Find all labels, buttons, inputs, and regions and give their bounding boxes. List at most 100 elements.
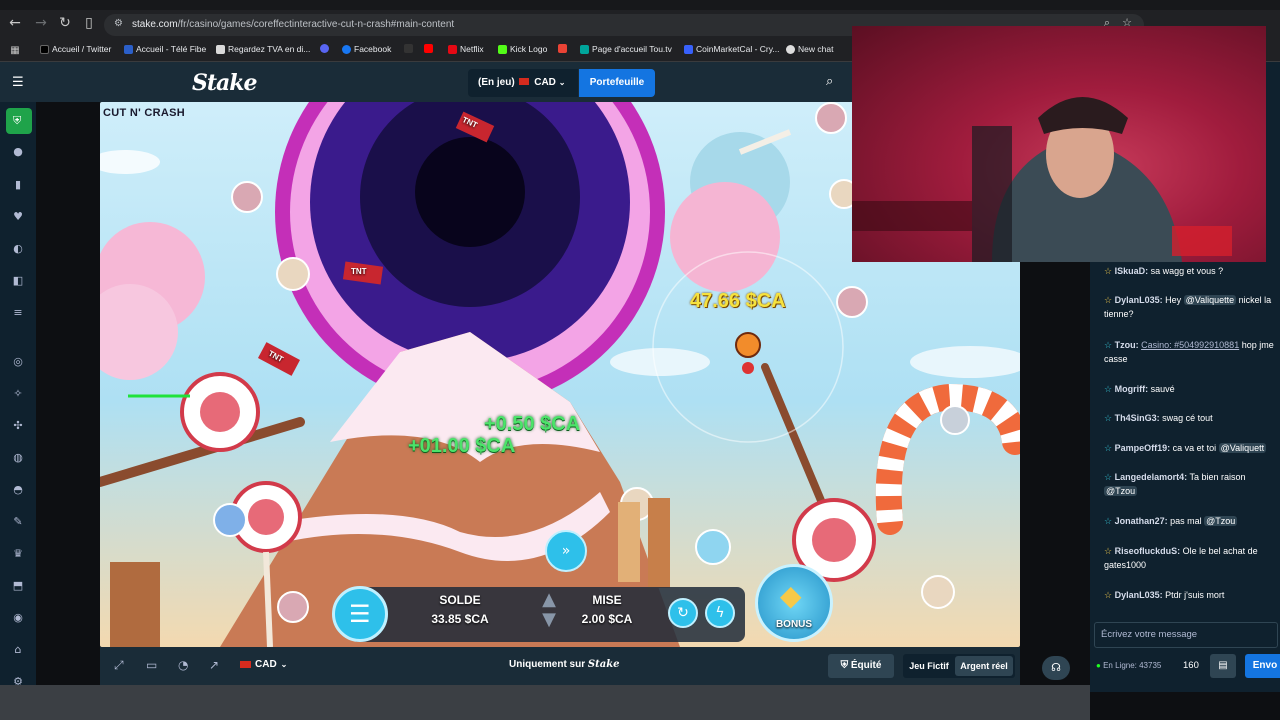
slots-icon[interactable]: ✧ bbox=[11, 387, 25, 401]
fairness-label: Équité bbox=[850, 660, 882, 671]
chat-username[interactable]: ISkuaD: bbox=[1115, 266, 1149, 276]
portal-core bbox=[415, 137, 525, 247]
recent-icon[interactable]: ◐ bbox=[11, 242, 25, 256]
url-text[interactable]: stake.com/fr/casino/games/coreffectinter… bbox=[132, 19, 454, 30]
popout-icon[interactable]: ↗ bbox=[209, 658, 219, 672]
reload-icon[interactable]: ↻ bbox=[56, 14, 74, 32]
casino-ball-icon[interactable]: ● bbox=[11, 145, 25, 159]
chat-text: swag cé tout bbox=[1159, 413, 1213, 423]
arrow-down-icon[interactable]: ▼ bbox=[537, 610, 561, 630]
rank-star-icon: ☆ bbox=[1104, 340, 1113, 350]
bookmark-kick[interactable]: Kick Logo bbox=[498, 44, 547, 54]
send-button[interactable]: Envo bbox=[1245, 654, 1280, 678]
bookmark-netflix[interactable]: Netflix bbox=[448, 44, 484, 54]
chat-username[interactable]: DylanL035: bbox=[1115, 590, 1163, 600]
bookmark-chatgpt[interactable]: New chat bbox=[786, 44, 833, 54]
heart-icon[interactable]: ♥ bbox=[11, 210, 25, 224]
player-character bbox=[735, 332, 761, 358]
menu-icon[interactable]: ☰ bbox=[12, 75, 24, 90]
bookmark-stake[interactable] bbox=[404, 44, 413, 53]
table-games-icon[interactable]: ✣ bbox=[11, 419, 25, 433]
online-count: ● En Ligne: 43735 bbox=[1096, 661, 1161, 670]
chat-username[interactable]: Langedelamort4: bbox=[1115, 472, 1188, 482]
chat-username[interactable]: DylanL035: bbox=[1115, 295, 1163, 305]
openai-icon bbox=[786, 44, 795, 54]
arrow-up-icon[interactable]: ▲ bbox=[537, 590, 561, 610]
bookmark-toutv[interactable]: Page d'accueil Tou.tv bbox=[580, 44, 672, 54]
chat-mention[interactable]: @Tzou bbox=[1104, 486, 1138, 496]
wallet-button[interactable]: Portefeuille bbox=[579, 69, 655, 97]
autoplay-button[interactable]: ↻ bbox=[668, 598, 698, 628]
chat-username[interactable]: Tzou: bbox=[1115, 340, 1139, 350]
chat-bet-link[interactable]: Casino: #504992910881 bbox=[1141, 340, 1239, 350]
chat-username[interactable]: Th4SinG3: bbox=[1115, 413, 1160, 423]
exclusive-icon[interactable]: ✎ bbox=[11, 515, 25, 529]
bookmark-discord[interactable] bbox=[320, 44, 329, 53]
bookmark-tele-fibe[interactable]: Accueil - Télé Fibe bbox=[124, 44, 206, 54]
bookmark-facebook[interactable]: Facebook bbox=[342, 44, 391, 54]
new-releases-icon[interactable]: ⬒ bbox=[11, 579, 25, 593]
balance-label: (En jeu) bbox=[478, 77, 515, 88]
currency-selector[interactable]: CAD ⌄ bbox=[240, 659, 287, 670]
fun-mode-tab[interactable]: Jeu Fictif bbox=[905, 656, 953, 676]
chat-input[interactable]: Écrivez votre message bbox=[1094, 622, 1278, 648]
lollipop-swirl bbox=[200, 392, 240, 432]
live-casino-icon[interactable]: ◍ bbox=[11, 451, 25, 465]
chat-mention[interactable]: @Valiquette bbox=[1183, 295, 1237, 305]
fairness-button[interactable]: ⛨ Équité bbox=[828, 654, 894, 678]
bookmark-icon[interactable]: ▮ bbox=[11, 178, 25, 192]
exclusive-brand: Stake bbox=[587, 659, 620, 670]
bet-stepper[interactable]: ▲ ▼ bbox=[537, 590, 561, 634]
balance-selector[interactable]: (En jeu) CAD ⌄ bbox=[468, 69, 578, 97]
bookmark-label: Netflix bbox=[460, 44, 484, 54]
chat-mention[interactable]: @Valiquett bbox=[1218, 443, 1267, 453]
chat-rules-button[interactable]: ▤ bbox=[1210, 654, 1236, 678]
stake-logo[interactable]: Stake bbox=[192, 70, 258, 96]
theatre-mode-icon[interactable]: ▭ bbox=[146, 658, 157, 672]
bookmark-gmail[interactable] bbox=[558, 44, 567, 53]
chat-username[interactable]: PampeOff19: bbox=[1115, 443, 1171, 453]
tnt-label: TNT bbox=[351, 267, 367, 276]
sidebar-toggle-icon[interactable]: ▯ bbox=[80, 14, 98, 32]
streamer-silhouette bbox=[852, 97, 1232, 262]
bonus-button[interactable]: ◆ BONUS bbox=[755, 564, 833, 642]
lollipop-swirl bbox=[248, 499, 284, 535]
search-icon[interactable]: ⌕ bbox=[826, 74, 844, 92]
shelf bbox=[852, 201, 972, 231]
chat-username[interactable]: Jonathan27: bbox=[1115, 516, 1168, 526]
challenges-icon[interactable]: ◧ bbox=[11, 274, 25, 288]
crown-icon[interactable]: ♛ bbox=[11, 547, 25, 561]
publishers-icon[interactable]: ◉ bbox=[11, 611, 25, 625]
bookmark-twitter[interactable]: Accueil / Twitter bbox=[40, 44, 111, 54]
chat-message: ☆ DylanL035: Hey @Valiquette nickel la t… bbox=[1104, 293, 1280, 321]
turbo-button[interactable]: ϟ bbox=[705, 598, 735, 628]
originals-icon[interactable]: ◎ bbox=[11, 355, 25, 369]
bookmark-coinmarketcal[interactable]: CoinMarketCal - Cry... bbox=[684, 44, 779, 54]
forward-icon[interactable]: → bbox=[32, 14, 50, 32]
rank-star-icon: ☆ bbox=[1104, 546, 1113, 556]
gift-icon[interactable]: ⌂ bbox=[11, 643, 25, 657]
list-icon[interactable]: ≡ bbox=[11, 306, 25, 320]
support-button[interactable]: ☊ bbox=[1042, 656, 1070, 680]
currency-label: CAD bbox=[255, 659, 277, 670]
chat-username[interactable]: Mogriff: bbox=[1115, 384, 1149, 394]
chat-username[interactable]: RiseofluckduS: bbox=[1115, 546, 1181, 556]
site-info-icon[interactable]: ⚙ bbox=[114, 18, 123, 29]
fullscreen-icon[interactable]: ⤢ bbox=[114, 658, 124, 673]
sidebar-security-button[interactable]: ⛨ bbox=[6, 108, 32, 134]
back-icon[interactable]: ← bbox=[6, 14, 24, 32]
headset-icon: ☊ bbox=[1051, 661, 1061, 674]
fast-forward-button[interactable]: » bbox=[545, 530, 587, 572]
chat-mention[interactable]: @Tzou bbox=[1204, 516, 1238, 526]
apps-grid-icon[interactable]: ▦ bbox=[6, 42, 24, 60]
fibe-icon bbox=[124, 44, 133, 54]
bookmark-youtube[interactable] bbox=[424, 44, 433, 53]
real-mode-tab[interactable]: Argent réel bbox=[955, 656, 1013, 676]
chat-text: ca va et toi bbox=[1170, 443, 1219, 453]
bookmark-tva[interactable]: Regardez TVA en di... bbox=[216, 44, 310, 54]
menu-button[interactable]: ☰ bbox=[332, 586, 388, 642]
game-shows-icon[interactable]: ◓ bbox=[11, 483, 25, 497]
facebook-icon bbox=[342, 44, 351, 54]
rank-star-icon: ☆ bbox=[1104, 295, 1113, 305]
stats-icon[interactable]: ◔ bbox=[178, 658, 188, 672]
